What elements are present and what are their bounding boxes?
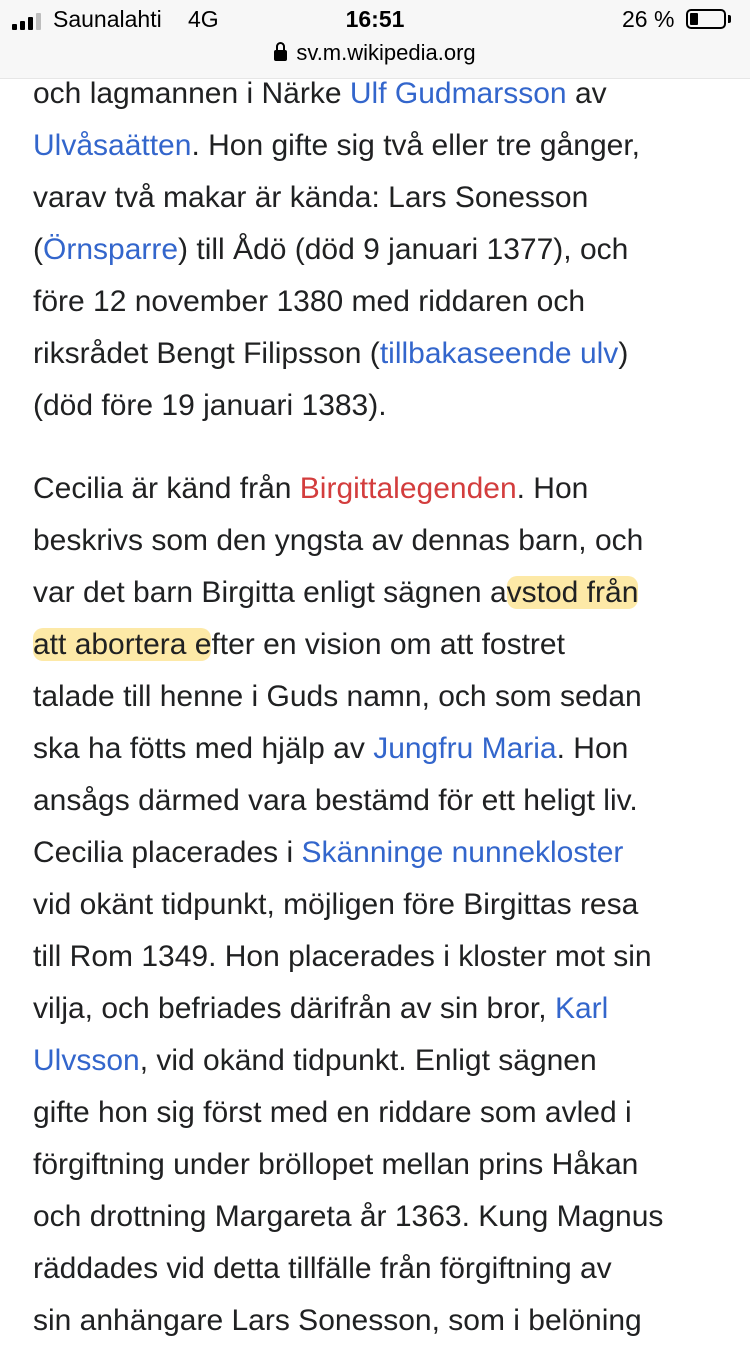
- wiki-link[interactable]: Ulvåsaätten: [33, 129, 191, 162]
- text-line: till Rom 1349. Hon placerades i kloster …: [33, 931, 733, 983]
- wiki-link[interactable]: tillbakaseende ulv: [380, 337, 619, 370]
- text-segment: . Hon: [516, 472, 589, 505]
- text-line: att abortera efter en vision om att fost…: [33, 619, 733, 671]
- text-segment: räddades vid detta tillfälle från förgif…: [33, 1252, 612, 1285]
- lock-icon: [274, 42, 288, 61]
- highlighted-text: att abortera e: [33, 628, 212, 661]
- text-line: gifte hon sig först med en riddare som a…: [33, 1087, 733, 1139]
- text-line: förgiftning under bröllopet mellan prins…: [33, 1139, 733, 1191]
- text-segment: talade till henne i Guds namn, och som s…: [33, 680, 642, 713]
- paragraph: och lagmannen i Närke Ulf Gudmarsson av U…: [33, 68, 733, 432]
- battery-percentage: 26 %: [622, 6, 675, 32]
- text-segment: Cecilia är känd från: [33, 472, 300, 505]
- text-segment: varav två makar är kända: Lars Sonesson: [33, 181, 589, 214]
- text-segment: sin anhängare Lars Sonesson, som i belön…: [33, 1304, 642, 1337]
- text-segment: . Hon: [556, 732, 629, 765]
- text-line: Ulvåsaätten. Hon gifte sig två eller tre…: [33, 120, 733, 172]
- text-segment: gifte hon sig först med en riddare som a…: [33, 1096, 632, 1129]
- text-line: ska ha fötts med hjälp av Jungfru Maria.…: [33, 723, 733, 775]
- text-segment: ansågs därmed vara bestämd för ett helig…: [33, 784, 638, 817]
- text-segment: vid okänt tidpunkt, möjligen före Birgit…: [33, 888, 639, 921]
- text-line: talade till henne i Guds namn, och som s…: [33, 671, 733, 723]
- wiki-redlink[interactable]: Birgittalegenden: [300, 472, 517, 505]
- article-body: och lagmannen i Närke Ulf Gudmarsson av U…: [33, 68, 733, 1347]
- wiki-link[interactable]: Karl: [555, 992, 608, 1025]
- text-segment: . Hon gifte sig två eller tre gånger,: [191, 129, 641, 162]
- text-segment: vilja, och befriades därifrån av sin bro…: [33, 992, 555, 1025]
- text-segment: ) till Ådö (död 9 januari 1377), och: [178, 233, 629, 266]
- text-segment: , vid okänd tidpunkt. Enligt sägnen: [139, 1044, 597, 1077]
- text-line: vid okänt tidpunkt, möjligen före Birgit…: [33, 879, 733, 931]
- text-segment: och lagmannen i Närke: [33, 77, 350, 110]
- text-line: riksrådet Bengt Filipsson (tillbakaseend…: [33, 328, 733, 380]
- address-bar[interactable]: sv.m.wikipedia.org: [0, 40, 750, 66]
- text-segment: ska ha fötts med hjälp av: [33, 732, 374, 765]
- battery-tip: [728, 15, 731, 23]
- wiki-link[interactable]: Ulvsson: [33, 1044, 140, 1077]
- text-segment: och drottning Margareta år 1363. Kung Ma…: [33, 1200, 664, 1233]
- wiki-link[interactable]: Ulf Gudmarsson: [350, 77, 567, 110]
- text-line: före 12 november 1380 med riddaren och: [33, 276, 733, 328]
- text-line: Ulvsson, vid okänd tidpunkt. Enligt sägn…: [33, 1035, 733, 1087]
- text-segment: Cecilia placerades i: [33, 836, 302, 869]
- highlighted-text: vstod från: [506, 576, 639, 609]
- text-segment: ): [618, 337, 629, 370]
- text-line: Cecilia är känd från Birgittalegenden. H…: [33, 463, 733, 515]
- text-line: (Örnsparre) till Ådö (död 9 januari 1377…: [33, 224, 733, 276]
- wiki-link[interactable]: Örnsparre: [43, 233, 178, 266]
- text-segment: förgiftning under bröllopet mellan prins…: [33, 1148, 639, 1181]
- text-line: vilja, och befriades därifrån av sin bro…: [33, 983, 733, 1035]
- text-line: och lagmannen i Närke Ulf Gudmarsson av: [33, 68, 733, 120]
- text-line: räddades vid detta tillfälle från förgif…: [33, 1243, 733, 1295]
- text-segment: fter en vision om att fostret: [211, 628, 565, 661]
- text-line: och drottning Margareta år 1363. Kung Ma…: [33, 1191, 733, 1243]
- text-line: varav två makar är kända: Lars Sonesson: [33, 172, 733, 224]
- text-line: var det barn Birgitta enligt sägnen avst…: [33, 567, 733, 619]
- text-segment: riksrådet Bengt Filipsson (: [33, 337, 380, 370]
- text-segment: till Rom 1349. Hon placerades i kloster …: [33, 940, 652, 973]
- wiki-link[interactable]: Skänninge nunnekloster: [301, 836, 623, 869]
- text-segment: var det barn Birgitta enligt sägnen a: [33, 576, 507, 609]
- wiki-link[interactable]: Jungfru Maria: [373, 732, 556, 765]
- address-domain: sv.m.wikipedia.org: [296, 40, 476, 65]
- text-line: ansågs därmed vara bestämd för ett helig…: [33, 775, 733, 827]
- text-line: (död före 19 januari 1383).: [33, 380, 733, 432]
- text-segment: av: [566, 77, 607, 110]
- text-line: sin anhängare Lars Sonesson, som i belön…: [33, 1295, 733, 1347]
- text-segment: (: [33, 233, 43, 266]
- text-segment: beskrivs som den yngsta av dennas barn, …: [33, 524, 644, 557]
- battery-icon: [686, 9, 726, 29]
- paragraph: Cecilia är känd från Birgittalegenden. H…: [33, 463, 733, 1347]
- text-segment: före 12 november 1380 med riddaren och: [33, 285, 586, 318]
- battery-level-fill: [690, 13, 698, 25]
- text-line: Cecilia placerades i Skänninge nunneklos…: [33, 827, 733, 879]
- text-line: beskrivs som den yngsta av dennas barn, …: [33, 515, 733, 567]
- text-segment: (död före 19 januari 1383).: [33, 389, 387, 422]
